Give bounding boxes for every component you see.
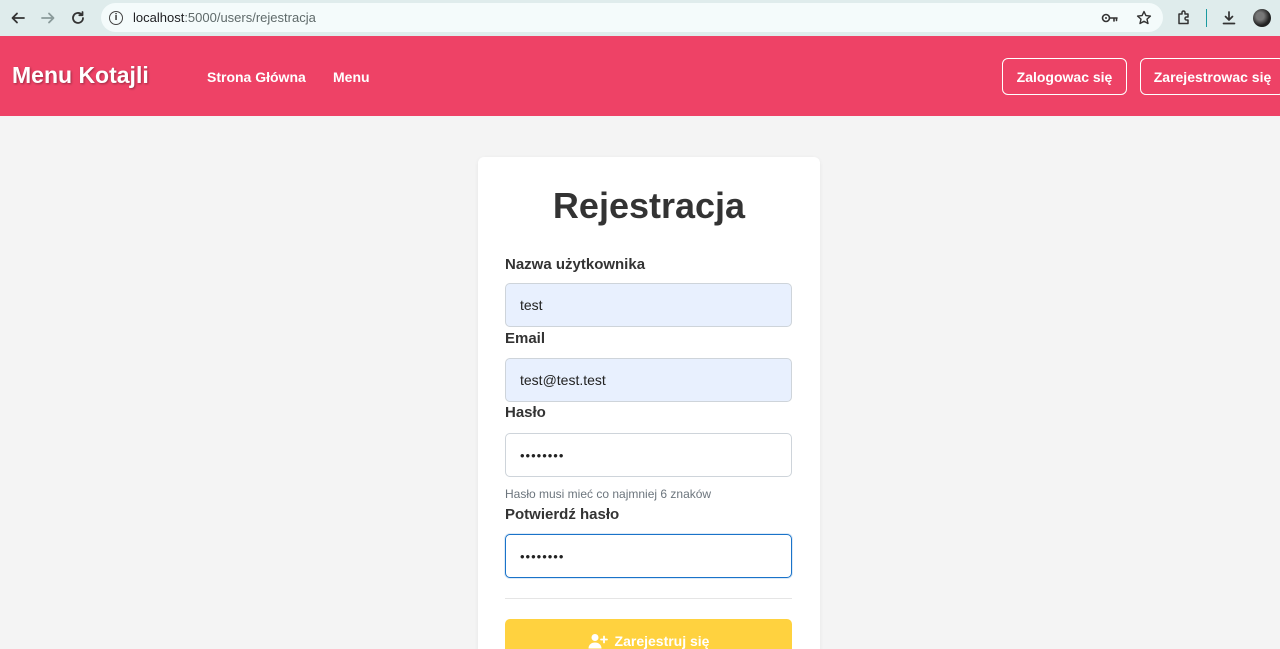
url-text[interactable]: localhost:5000/users/rejestracja [133, 10, 316, 25]
login-button[interactable]: Zalogowac się [1002, 58, 1127, 95]
submit-register-button[interactable]: Zarejestruj się [505, 619, 792, 649]
email-input[interactable]: test@test.test [505, 358, 792, 402]
registration-card: Rejestracja Nazwa użytkownika test Email… [478, 157, 820, 649]
browser-toolbar: i localhost:5000/users/rejestracja [0, 0, 1280, 36]
key-icon[interactable] [1101, 9, 1119, 27]
nav-link-home[interactable]: Strona Główna [207, 69, 306, 85]
confirm-password-label: Potwierdź hasło [505, 506, 620, 523]
username-label: Nazwa użytkownika [505, 256, 646, 273]
toolbar-separator [1206, 9, 1207, 27]
password-input[interactable]: •••••••• [505, 433, 792, 477]
site-info-icon[interactable]: i [109, 10, 123, 25]
page-title: Rejestracja [552, 185, 746, 226]
nav-link-menu[interactable]: Menu [333, 69, 370, 85]
address-bar[interactable]: i localhost:5000/users/rejestracja [101, 3, 1163, 32]
password-help-text: Hasło musi mieć co najmniej 6 znaków [505, 487, 712, 501]
submit-register-label: Zarejestruj się [614, 633, 710, 649]
brand-logo[interactable]: Menu Kotajli [12, 62, 149, 89]
user-plus-icon [588, 633, 608, 649]
username-input[interactable]: test [505, 283, 792, 327]
profile-avatar[interactable] [1253, 9, 1271, 27]
form-divider [505, 598, 792, 599]
url-path: :5000/users/rejestracja [184, 10, 316, 25]
password-label: Hasło [505, 404, 546, 421]
forward-arrow-icon[interactable] [33, 3, 63, 33]
reload-icon[interactable] [63, 3, 93, 33]
url-host: localhost [133, 10, 185, 25]
back-arrow-icon[interactable] [3, 3, 33, 33]
register-button[interactable]: Zarejestrowac się [1140, 58, 1280, 95]
confirm-password-input[interactable]: •••••••• [505, 534, 792, 578]
app-navbar: Menu Kotajli Strona Główna Menu Zalogowa… [0, 36, 1280, 116]
email-label: Email [505, 330, 546, 347]
star-icon[interactable] [1135, 9, 1153, 27]
extensions-icon[interactable] [1172, 6, 1196, 30]
download-icon[interactable] [1217, 6, 1241, 30]
